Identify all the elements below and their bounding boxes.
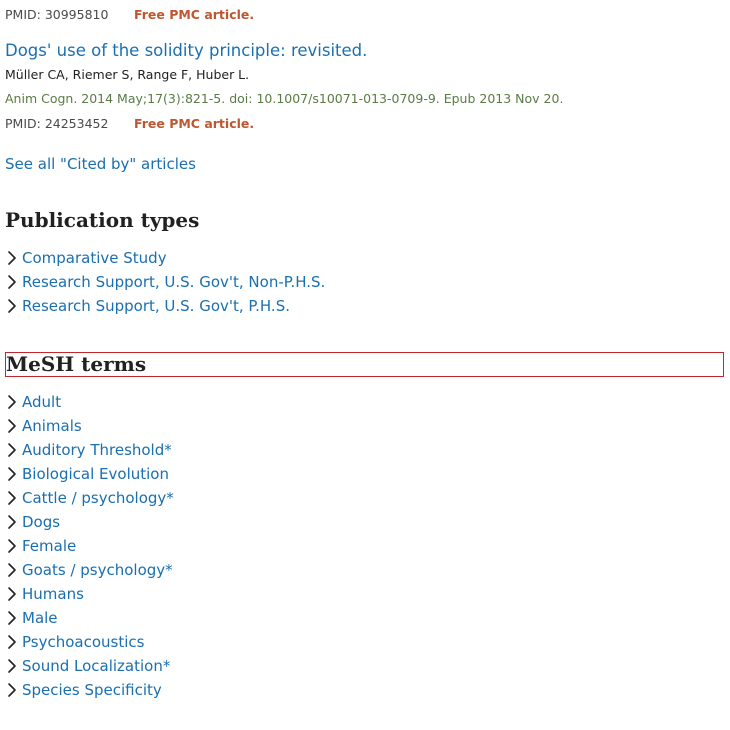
- mesh-term-item[interactable]: Auditory Threshold*: [5, 438, 174, 462]
- chevron-right-icon: [8, 539, 16, 553]
- publication-types-heading: Publication types: [5, 208, 200, 232]
- chevron-right-icon: [8, 395, 16, 409]
- article-pmid: PMID: 24253452: [5, 115, 109, 131]
- article-authors: Müller CA, Riemer S, Range F, Huber L.: [5, 67, 250, 82]
- see-all-cited-by-link[interactable]: See all "Cited by" articles: [5, 154, 196, 174]
- mesh-term-item[interactable]: Female: [5, 534, 174, 558]
- publication-type-item[interactable]: Research Support, U.S. Gov't, Non-P.H.S.: [5, 270, 325, 294]
- chevron-right-icon: [8, 419, 16, 433]
- mesh-term-item-label[interactable]: Auditory Threshold*: [22, 441, 172, 459]
- publication-type-item[interactable]: Research Support, U.S. Gov't, P.H.S.: [5, 294, 325, 318]
- chevron-right-icon: [8, 251, 16, 265]
- mesh-term-item-label[interactable]: Biological Evolution: [22, 465, 169, 483]
- mesh-term-item-label[interactable]: Female: [22, 537, 76, 555]
- chevron-right-icon: [8, 275, 16, 289]
- cited-by-article: Dogs' use of the solidity principle: rev…: [5, 40, 367, 62]
- mesh-term-item-label[interactable]: Animals: [22, 417, 82, 435]
- mesh-term-item-label[interactable]: Dogs: [22, 513, 60, 531]
- mesh-term-item[interactable]: Goats / psychology*: [5, 558, 174, 582]
- prev-article-pmid-row: PMID: 30995810 Free PMC article.: [5, 5, 254, 23]
- mesh-term-item[interactable]: Animals: [5, 414, 174, 438]
- mesh-terms-heading[interactable]: MeSH terms: [5, 352, 724, 377]
- article-title-link[interactable]: Dogs' use of the solidity principle: rev…: [5, 40, 367, 62]
- mesh-term-item-label[interactable]: Humans: [22, 585, 84, 603]
- chevron-right-icon: [8, 611, 16, 625]
- chevron-right-icon: [8, 563, 16, 577]
- mesh-term-item-label[interactable]: Adult: [22, 393, 61, 411]
- mesh-term-item[interactable]: Cattle / psychology*: [5, 486, 174, 510]
- mesh-term-item-label[interactable]: Psychoacoustics: [22, 633, 144, 651]
- mesh-term-item[interactable]: Sound Localization*: [5, 654, 174, 678]
- publication-type-item-label[interactable]: Research Support, U.S. Gov't, P.H.S.: [22, 297, 290, 315]
- chevron-right-icon: [8, 635, 16, 649]
- mesh-term-item[interactable]: Psychoacoustics: [5, 630, 174, 654]
- page: PMID: 30995810 Free PMC article. Dogs' u…: [0, 0, 730, 730]
- prev-article-pmid: PMID: 30995810: [5, 6, 109, 22]
- chevron-right-icon: [8, 515, 16, 529]
- chevron-right-icon: [8, 443, 16, 457]
- publication-type-item[interactable]: Comparative Study: [5, 246, 325, 270]
- mesh-term-item-label[interactable]: Species Specificity: [22, 681, 162, 699]
- mesh-term-item-label[interactable]: Goats / psychology*: [22, 561, 173, 579]
- article-free-pmc-link[interactable]: Free PMC article.: [134, 116, 254, 131]
- article-citation: Anim Cogn. 2014 May;17(3):821-5. doi: 10…: [5, 91, 564, 106]
- mesh-term-item-label[interactable]: Male: [22, 609, 58, 627]
- prev-article-free-pmc-link[interactable]: Free PMC article.: [134, 7, 254, 22]
- chevron-right-icon: [8, 491, 16, 505]
- mesh-term-item[interactable]: Dogs: [5, 510, 174, 534]
- publication-type-item-label[interactable]: Comparative Study: [22, 249, 167, 267]
- mesh-term-item[interactable]: Adult: [5, 390, 174, 414]
- publication-type-item-label[interactable]: Research Support, U.S. Gov't, Non-P.H.S.: [22, 273, 325, 291]
- mesh-term-item-label[interactable]: Sound Localization*: [22, 657, 170, 675]
- mesh-term-item[interactable]: Species Specificity: [5, 678, 174, 702]
- mesh-term-item[interactable]: Biological Evolution: [5, 462, 174, 486]
- article-pmid-row: PMID: 24253452 Free PMC article.: [5, 114, 254, 132]
- chevron-right-icon: [8, 587, 16, 601]
- chevron-right-icon: [8, 683, 16, 697]
- mesh-terms-list: Adult Animals Auditory Threshold* Biolog…: [5, 390, 174, 702]
- chevron-right-icon: [8, 467, 16, 481]
- mesh-term-item-label[interactable]: Cattle / psychology*: [22, 489, 174, 507]
- publication-types-list: Comparative Study Research Support, U.S.…: [5, 246, 325, 318]
- mesh-term-item[interactable]: Humans: [5, 582, 174, 606]
- mesh-term-item[interactable]: Male: [5, 606, 174, 630]
- chevron-right-icon: [8, 299, 16, 313]
- chevron-right-icon: [8, 659, 16, 673]
